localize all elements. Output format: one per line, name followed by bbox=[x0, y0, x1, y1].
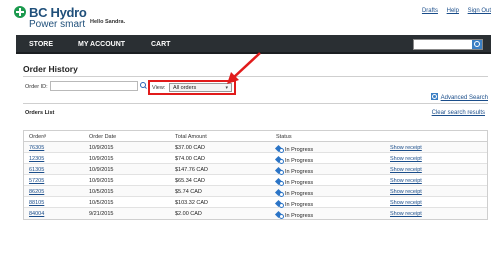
bc-hydro-logo-icon bbox=[14, 6, 26, 18]
table-row: 88105 10/5/2015 $103.32 CAD In Progress Show… bbox=[24, 197, 487, 208]
view-label: View: bbox=[152, 85, 166, 91]
order-date: 10/9/2015 bbox=[89, 178, 114, 184]
table-header: Order# Order Date Total Amount Status bbox=[24, 131, 487, 142]
view-select-value: All orders bbox=[173, 85, 197, 91]
clear-search-link[interactable]: Clear search results bbox=[432, 110, 485, 116]
show-receipt-link[interactable]: Show receipt bbox=[390, 178, 422, 184]
in-progress-icon bbox=[276, 167, 284, 175]
nav-store[interactable]: STORE bbox=[29, 41, 53, 48]
show-receipt-link[interactable]: Show receipt bbox=[390, 156, 422, 162]
greeting-text: Hello Sandra. bbox=[90, 19, 126, 25]
order-date: 10/9/2015 bbox=[89, 145, 114, 151]
in-progress-icon bbox=[276, 178, 284, 186]
order-date: 10/9/2015 bbox=[89, 156, 114, 162]
top-links: Drafts Help Sign Out bbox=[415, 8, 491, 14]
advanced-search-link[interactable]: Advanced Search bbox=[441, 95, 488, 101]
order-id-input[interactable] bbox=[50, 81, 138, 91]
advanced-search[interactable]: Advanced Search bbox=[430, 93, 488, 101]
status-cell: In Progress bbox=[276, 178, 313, 186]
search-input[interactable] bbox=[413, 39, 483, 50]
in-progress-icon bbox=[276, 200, 284, 208]
orders-table: Order# Order Date Total Amount Status 76… bbox=[23, 130, 488, 220]
total-amount: $2.00 CAD bbox=[175, 211, 202, 217]
status-cell: In Progress bbox=[276, 156, 313, 164]
status-cell: In Progress bbox=[276, 211, 313, 219]
sign-out-link[interactable]: Sign Out bbox=[468, 8, 491, 14]
order-date: 10/5/2015 bbox=[89, 200, 114, 206]
divider bbox=[23, 103, 488, 104]
orders-list-label: Orders List bbox=[25, 110, 55, 116]
advanced-search-icon bbox=[430, 93, 438, 100]
view-select[interactable]: All orders ▾ bbox=[169, 83, 232, 92]
nav-cart[interactable]: CART bbox=[151, 41, 170, 48]
order-number-link[interactable]: 84004 bbox=[29, 211, 44, 217]
table-row: 84004 9/21/2015 $2.00 CAD In Progress Show r… bbox=[24, 208, 487, 219]
search-icon[interactable] bbox=[472, 40, 482, 49]
order-date: 9/21/2015 bbox=[89, 211, 114, 217]
search-icon[interactable] bbox=[140, 82, 148, 90]
table-body: 76305 10/9/2015 $37.00 CAD In Progress Show … bbox=[24, 142, 487, 219]
status-text: In Progress bbox=[285, 213, 314, 219]
table-row: 61305 10/9/2015 $147.76 CAD In Progress Show… bbox=[24, 164, 487, 175]
show-receipt-link[interactable]: Show receipt bbox=[390, 211, 422, 217]
in-progress-icon bbox=[276, 211, 284, 219]
bc-hydro-logo[interactable]: BC Hydro Power smart bbox=[14, 5, 164, 33]
red-arrow-annotation bbox=[227, 52, 261, 84]
table-row: 12305 10/9/2015 $74.00 CAD In Progress Show … bbox=[24, 153, 487, 164]
status-cell: In Progress bbox=[276, 189, 313, 197]
status-cell: In Progress bbox=[276, 145, 313, 153]
table-row: 57205 10/9/2015 $65.34 CAD In Progress Show … bbox=[24, 175, 487, 186]
page-title: Order History bbox=[23, 64, 78, 74]
status-cell: In Progress bbox=[276, 167, 313, 175]
nav-my-account[interactable]: MY ACCOUNT bbox=[78, 41, 125, 48]
drafts-link[interactable]: Drafts bbox=[422, 8, 438, 14]
brand-name: BC Hydro bbox=[29, 5, 87, 20]
total-amount: $74.00 CAD bbox=[175, 156, 205, 162]
order-number-link[interactable]: 12305 bbox=[29, 156, 44, 162]
order-date: 10/9/2015 bbox=[89, 167, 114, 173]
show-receipt-link[interactable]: Show receipt bbox=[390, 167, 422, 173]
order-id-label: Order ID: bbox=[25, 84, 48, 90]
total-amount: $37.00 CAD bbox=[175, 145, 205, 151]
total-amount: $65.34 CAD bbox=[175, 178, 205, 184]
in-progress-icon bbox=[276, 145, 284, 153]
in-progress-icon bbox=[276, 156, 284, 164]
help-link[interactable]: Help bbox=[447, 8, 459, 14]
header-amount: Total Amount bbox=[175, 134, 207, 140]
order-number-link[interactable]: 88105 bbox=[29, 200, 44, 206]
show-receipt-link[interactable]: Show receipt bbox=[390, 189, 422, 195]
order-number-link[interactable]: 76305 bbox=[29, 145, 44, 151]
in-progress-icon bbox=[276, 189, 284, 197]
header-status: Status bbox=[276, 134, 292, 140]
total-amount: $5.74 CAD bbox=[175, 189, 202, 195]
show-receipt-link[interactable]: Show receipt bbox=[390, 200, 422, 206]
total-amount: $103.32 CAD bbox=[175, 200, 209, 206]
show-receipt-link[interactable]: Show receipt bbox=[390, 145, 422, 151]
order-number-link[interactable]: 86205 bbox=[29, 189, 44, 195]
brand-tagline: Power smart bbox=[29, 19, 86, 30]
header-order: Order# bbox=[29, 134, 47, 140]
total-amount: $147.76 CAD bbox=[175, 167, 209, 173]
order-date: 10/5/2015 bbox=[89, 189, 114, 195]
header-date: Order Date bbox=[89, 134, 117, 140]
table-row: 86205 10/5/2015 $5.74 CAD In Progress Show r… bbox=[24, 186, 487, 197]
order-number-link[interactable]: 61305 bbox=[29, 167, 44, 173]
order-number-link[interactable]: 57205 bbox=[29, 178, 44, 184]
status-cell: In Progress bbox=[276, 200, 313, 208]
table-row: 76305 10/9/2015 $37.00 CAD In Progress Show … bbox=[24, 142, 487, 153]
